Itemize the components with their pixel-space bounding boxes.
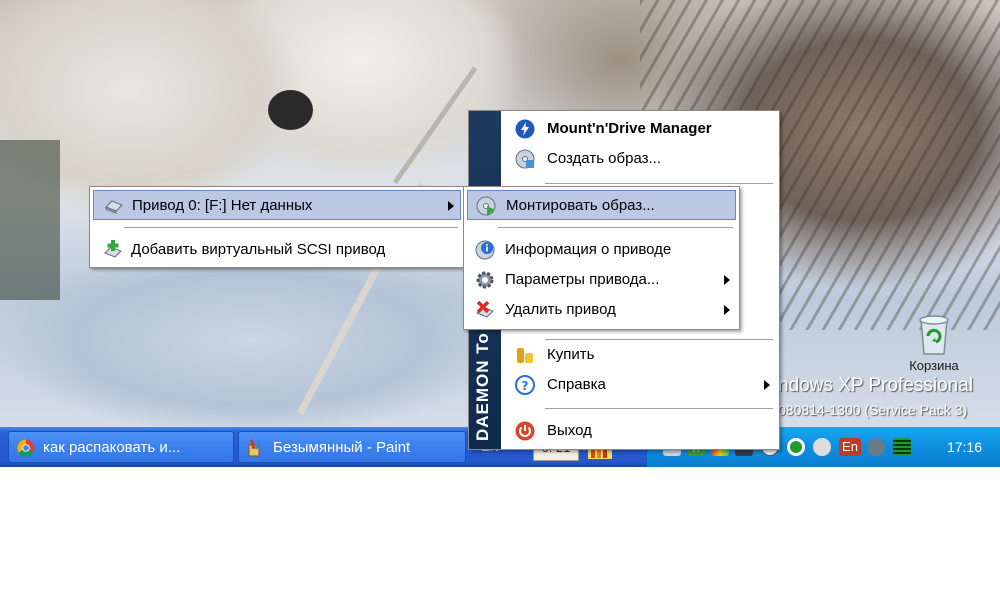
input-language-indicator[interactable]: En <box>839 438 861 456</box>
task-label: Безымянный - Paint <box>273 439 411 456</box>
menu-separator <box>124 227 458 228</box>
settings-icon <box>475 270 495 290</box>
recycle-bin[interactable]: Корзина <box>898 312 970 373</box>
paint-icon <box>247 439 265 457</box>
virtual-drives-menu: Привод 0: [F:] Нет данных Добавить вирту… <box>89 186 465 268</box>
menu-item-drive-info[interactable]: Информация о приводе <box>467 235 736 265</box>
add-drive-icon <box>103 240 123 260</box>
task-button-paint[interactable]: Безымянный - Paint <box>238 431 466 463</box>
coins-icon <box>515 345 535 365</box>
menu-item-label: Купить <box>547 346 595 363</box>
menu-item-label: Добавить виртуальный SCSI привод <box>131 241 386 258</box>
circle-green-icon[interactable] <box>787 438 805 456</box>
submenu-arrow-icon <box>724 305 730 315</box>
menu-item-label: Удалить привод <box>505 301 616 318</box>
windows-watermark-title: ndows XP Professional <box>778 375 974 396</box>
lightning-icon <box>515 119 535 139</box>
menu-item-create-image[interactable]: Создать образ... <box>505 144 776 174</box>
disc-create-icon <box>515 149 535 169</box>
menu-item-help[interactable]: ? Справка <box>505 370 776 400</box>
drive-icon <box>104 196 124 216</box>
menu-separator <box>545 183 773 184</box>
windows-watermark-build: 080814-1300 (Service Pack 3) <box>778 402 968 418</box>
remove-icon <box>475 300 495 320</box>
menu-item-label: Монтировать образ... <box>506 197 655 214</box>
menu-item-label: Создать образ... <box>547 150 662 167</box>
task-button-chrome[interactable]: как распаковать и... <box>8 431 234 463</box>
help-icon: ? <box>515 375 535 395</box>
menu-item-drive-settings[interactable]: Параметры привода... <box>467 265 736 295</box>
mascot-icon[interactable] <box>813 438 831 456</box>
mount-icon <box>476 196 496 216</box>
recycle-bin-label: Корзина <box>909 358 959 373</box>
birch-branch <box>392 66 478 184</box>
menu-item-add-scsi-drive[interactable]: Добавить виртуальный SCSI привод <box>93 235 461 265</box>
menu-sidebar-text: DAEMON To <box>473 332 492 441</box>
chrome-icon <box>17 439 35 457</box>
menu-item-label: Справка <box>547 376 606 393</box>
power-icon <box>515 421 535 441</box>
menu-item-mount-drive-manager[interactable]: Mount'n'Drive Manager <box>505 114 776 144</box>
submenu-arrow-icon <box>724 275 730 285</box>
menu-item-exit[interactable]: Выход <box>505 416 776 446</box>
svg-text:?: ? <box>522 379 529 393</box>
disc-tray-icon[interactable] <box>867 438 885 456</box>
bear-face <box>268 90 313 130</box>
signal-icon[interactable] <box>893 438 911 456</box>
drive-actions-submenu: Монтировать образ... Информация о привод… <box>463 186 740 330</box>
menu-item-label: Mount'n'Drive Manager <box>547 120 712 137</box>
pine-tree-left <box>0 140 60 300</box>
menu-item-label: Информация о приводе <box>505 241 672 258</box>
menu-item-buy[interactable]: Купить <box>505 340 776 370</box>
submenu-arrow-icon <box>448 201 454 211</box>
menu-separator <box>498 227 733 228</box>
menu-item-drive-0[interactable]: Привод 0: [F:] Нет данных <box>93 190 461 220</box>
menu-item-mount-image[interactable]: Монтировать образ... <box>467 190 736 220</box>
task-label: как распаковать и... <box>43 439 181 456</box>
menu-item-label: Привод 0: [F:] Нет данных <box>132 197 313 214</box>
info-icon <box>475 240 495 260</box>
recycle-bin-icon <box>914 312 954 356</box>
clock[interactable]: 17:16 <box>947 427 982 467</box>
menu-separator <box>545 408 773 409</box>
menu-item-remove-drive[interactable]: Удалить привод <box>467 295 736 325</box>
menu-item-label: Параметры привода... <box>505 271 660 288</box>
menu-item-label: Выход <box>547 422 592 439</box>
submenu-arrow-icon <box>764 380 770 390</box>
